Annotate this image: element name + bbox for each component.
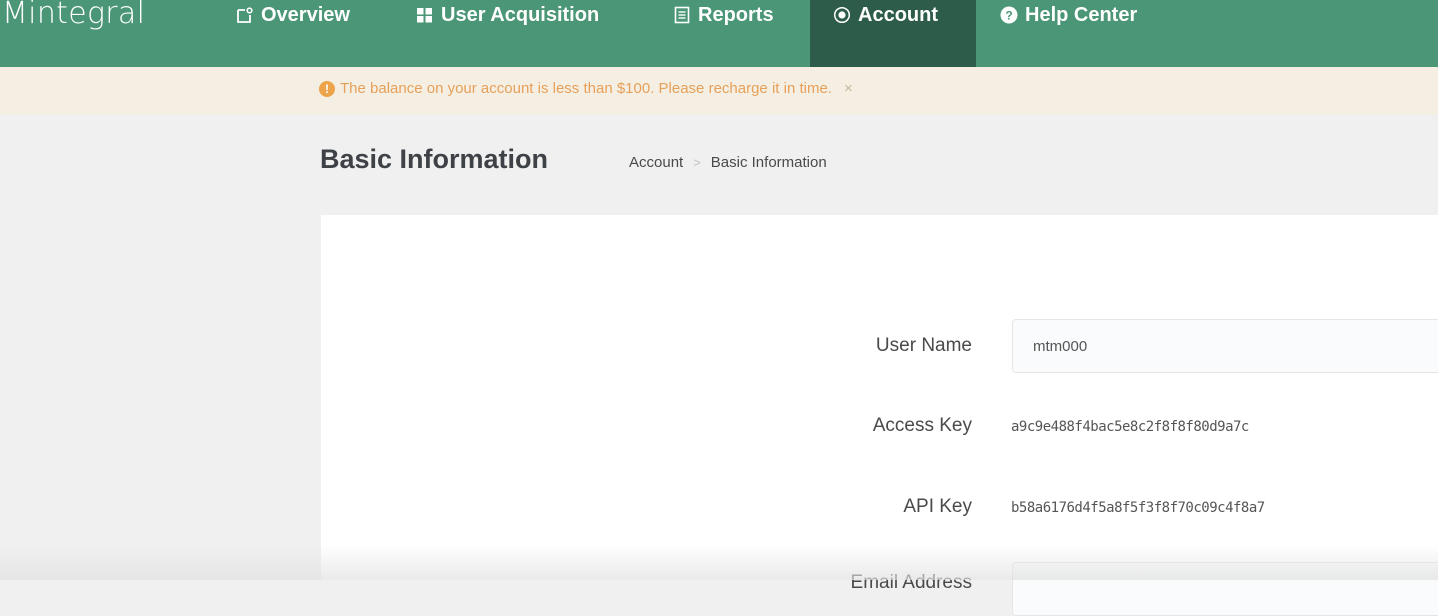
breadcrumb-separator: >: [693, 155, 701, 170]
username-label: User Name: [875, 335, 972, 356]
question-icon: ?: [1000, 0, 1018, 30]
nav-user-acquisition[interactable]: User Acquisition: [416, 0, 599, 67]
email-field[interactable]: [1012, 562, 1438, 616]
access-key-value: a9c9e488f4bac5e8c2f8f8f80d9a7c: [1011, 419, 1249, 435]
document-icon: [673, 0, 691, 30]
svg-text:?: ?: [1005, 8, 1012, 22]
banner-content: ! The balance on your account is less th…: [319, 80, 853, 97]
mintegral-logo[interactable]: Mintegral: [2, 0, 145, 31]
warning-icon: !: [319, 80, 335, 97]
nav-overview-label: Overview: [261, 4, 350, 26]
close-icon[interactable]: ×: [844, 80, 853, 97]
breadcrumb-account[interactable]: Account: [629, 154, 683, 171]
top-nav-bar: Mintegral Overview User Acquisition Repo…: [0, 0, 1438, 67]
nav-help-center-label: Help Center: [1025, 4, 1138, 26]
email-label: Email Address: [850, 572, 972, 593]
breadcrumb-current: Basic Information: [710, 154, 827, 171]
grid-icon: [416, 0, 434, 30]
nav-user-acquisition-label: User Acquisition: [441, 4, 600, 26]
basic-info-card: [321, 215, 1438, 580]
page-title: Basic Information: [320, 144, 549, 174]
api-key-value: b58a6176d4f5a8f5f3f8f70c09c4f8a7: [1011, 500, 1265, 516]
breadcrumb: Account > Basic Information: [629, 154, 827, 171]
nav-help-center[interactable]: ? Help Center: [1000, 0, 1137, 67]
nav-reports[interactable]: Reports: [673, 0, 774, 67]
api-key-label: API Key: [903, 496, 972, 517]
nav-account-label: Account: [858, 4, 938, 26]
access-key-label: Access Key: [872, 415, 972, 436]
nav-account[interactable]: Account: [810, 0, 976, 67]
banner-message: The balance on your account is less than…: [340, 80, 832, 97]
nav-reports-label: Reports: [698, 4, 774, 26]
overview-icon: [236, 0, 254, 30]
username-field[interactable]: [1012, 319, 1438, 373]
balance-warning-banner: ! The balance on your account is less th…: [0, 67, 1438, 115]
nav-overview[interactable]: Overview: [236, 0, 350, 67]
account-icon: [833, 0, 851, 30]
